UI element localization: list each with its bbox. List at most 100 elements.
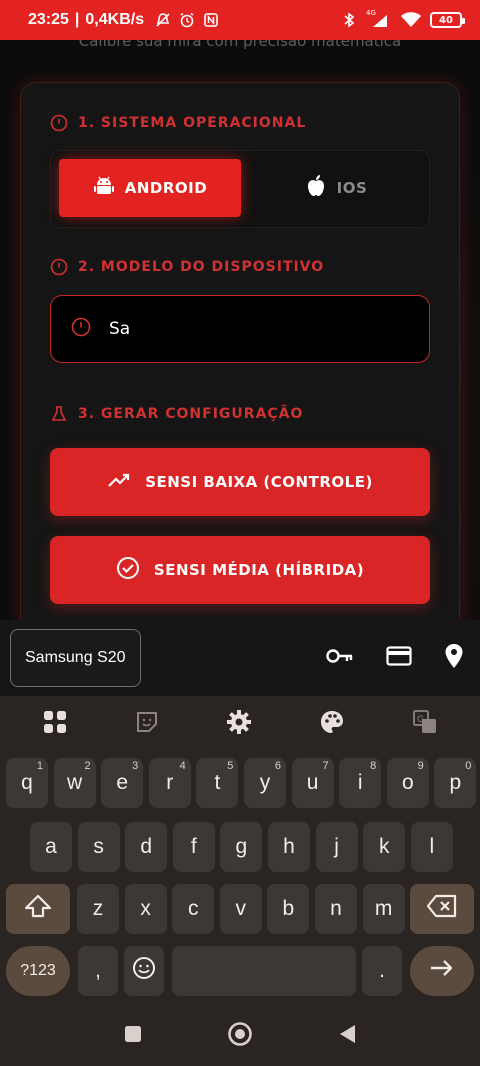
circle-dot-icon xyxy=(50,258,68,276)
key-hint: 4 xyxy=(179,760,186,772)
key-n[interactable]: n xyxy=(315,884,357,934)
enter-key[interactable] xyxy=(410,946,474,996)
key-label: u xyxy=(306,771,319,794)
key-icon[interactable] xyxy=(326,646,354,670)
circle-dot-icon xyxy=(50,114,68,132)
section-device-label: 2. MODELO DO DISPOSITIVO xyxy=(78,259,325,275)
key-s[interactable]: s xyxy=(77,822,120,872)
key-hint: 7 xyxy=(322,760,329,772)
key-a[interactable]: a xyxy=(30,822,72,872)
autofill-strip: Samsung S20 xyxy=(0,620,480,696)
sensi-baixa-button[interactable]: SENSI BAIXA (CONTROLE) xyxy=(50,448,430,516)
key-d[interactable]: d xyxy=(125,822,168,872)
sensi-baixa-label: SENSI BAIXA (CONTROLE) xyxy=(145,473,373,491)
key-label: w xyxy=(67,771,83,794)
key-l[interactable]: l xyxy=(410,822,453,872)
os-ios-button[interactable]: IOS xyxy=(251,159,421,217)
comma-key[interactable]: , xyxy=(78,946,118,996)
section-os-label: 1. SISTEMA OPERACIONAL xyxy=(78,115,307,131)
muted-icon xyxy=(154,11,172,29)
keyboard-row-3: zxcvbnm xyxy=(0,884,480,934)
card-icon[interactable] xyxy=(386,646,412,670)
key-label: y xyxy=(259,771,271,794)
key-k[interactable]: k xyxy=(363,822,406,872)
key-hint: 1 xyxy=(36,760,43,772)
keyboard: G q1w2e3r4t5y6u7i8o9p0 asdfghjkl zxcvbnm… xyxy=(0,696,480,1006)
key-j[interactable]: j xyxy=(315,822,358,872)
key-y[interactable]: y6 xyxy=(244,758,286,808)
key-o[interactable]: o9 xyxy=(386,758,429,808)
key-w[interactable]: w2 xyxy=(53,758,96,808)
key-label: o xyxy=(401,771,414,794)
key-hint: 8 xyxy=(370,760,377,772)
wifi-icon xyxy=(400,11,422,29)
key-g[interactable]: g xyxy=(220,822,263,872)
section-generate-title: 3. GERAR CONFIGURAÇÃO xyxy=(50,405,303,423)
emoji-key[interactable] xyxy=(124,946,164,996)
key-u[interactable]: u7 xyxy=(291,758,334,808)
key-q[interactable]: q1 xyxy=(6,758,48,808)
cell-signal-icon: 4G xyxy=(366,9,392,29)
space-key[interactable] xyxy=(172,946,356,996)
app-content: Calibre sua mira com precisão matemática… xyxy=(0,40,480,620)
device-model-input[interactable] xyxy=(109,319,389,339)
location-icon[interactable] xyxy=(444,643,464,673)
shift-key[interactable] xyxy=(6,884,70,934)
back-icon[interactable] xyxy=(337,1023,357,1049)
key-hint: 0 xyxy=(465,760,472,772)
sticker-icon[interactable] xyxy=(135,710,159,738)
os-android-button[interactable]: ANDROID xyxy=(59,159,241,217)
autofill-suggestion-chip[interactable]: Samsung S20 xyxy=(10,629,141,687)
sensi-media-button[interactable]: SENSI MÉDIA (HÍBRIDA) xyxy=(50,536,430,604)
key-z[interactable]: z xyxy=(77,884,119,934)
check-circle-icon xyxy=(116,556,140,584)
key-hint: 2 xyxy=(84,760,91,772)
keyboard-row-2: asdfghjkl xyxy=(0,822,480,872)
key-b[interactable]: b xyxy=(267,884,310,934)
key-i[interactable]: i8 xyxy=(339,758,382,808)
section-generate-label: 3. GERAR CONFIGURAÇÃO xyxy=(78,406,304,422)
backspace-key[interactable] xyxy=(410,884,474,934)
translate-icon[interactable]: G xyxy=(412,709,438,739)
svg-text:G: G xyxy=(417,715,424,725)
alarm-icon xyxy=(178,11,196,29)
os-toggle: ANDROID IOS xyxy=(50,150,430,228)
key-m[interactable]: m xyxy=(362,884,405,934)
key-hint: 9 xyxy=(417,760,424,772)
device-model-field[interactable] xyxy=(50,295,430,363)
page-subtitle: Calibre sua mira com precisão matemática xyxy=(78,40,402,50)
key-t[interactable]: t5 xyxy=(196,758,239,808)
key-p[interactable]: p0 xyxy=(434,758,477,808)
android-icon xyxy=(93,175,115,201)
key-r[interactable]: r4 xyxy=(148,758,191,808)
emoji-icon xyxy=(132,956,156,986)
key-hint: 3 xyxy=(132,760,139,772)
recents-icon[interactable] xyxy=(123,1024,143,1048)
device-icon xyxy=(71,317,91,341)
key-f[interactable]: f xyxy=(172,822,215,872)
section-device-title: 2. MODELO DO DISPOSITIVO xyxy=(50,258,324,276)
key-c[interactable]: c xyxy=(172,884,215,934)
key-v[interactable]: v xyxy=(219,884,262,934)
status-bar-left: 23:25 | 0,4KB/s xyxy=(28,11,220,29)
os-ios-label: IOS xyxy=(336,179,368,197)
key-label: p xyxy=(449,771,462,794)
apps-grid-icon[interactable] xyxy=(42,709,68,739)
flask-icon xyxy=(50,405,68,423)
home-icon[interactable] xyxy=(227,1021,253,1051)
period-key[interactable]: . xyxy=(362,946,402,996)
settings-icon[interactable] xyxy=(226,709,252,739)
palette-icon[interactable] xyxy=(319,709,345,739)
key-hint: 5 xyxy=(227,760,234,772)
keyboard-toolbar: G xyxy=(0,696,480,752)
key-e[interactable]: e3 xyxy=(101,758,144,808)
key-label: r xyxy=(166,771,174,794)
clock: 23:25 xyxy=(28,11,69,28)
symbols-key[interactable]: ?123 xyxy=(6,946,70,996)
battery-indicator: 40 xyxy=(430,12,465,28)
key-x[interactable]: x xyxy=(124,884,167,934)
key-h[interactable]: h xyxy=(268,822,310,872)
section-os-title: 1. SISTEMA OPERACIONAL xyxy=(50,114,306,132)
signal-label: 4G xyxy=(366,9,376,17)
sensi-media-label: SENSI MÉDIA (HÍBRIDA) xyxy=(153,561,365,579)
